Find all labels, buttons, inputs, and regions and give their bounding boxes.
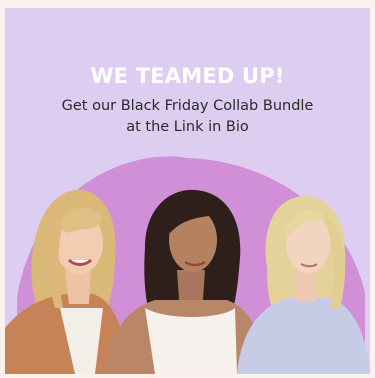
subline-bundle: Get our Black Friday Collab Bundle [61,98,314,114]
headline: WE TEAMED UP! [90,64,285,88]
promo-illustration [5,156,370,374]
promo-card: WE TEAMED UP! Get our Black Friday Colla… [5,8,370,374]
subline-link: at the Link in Bio [126,119,249,135]
